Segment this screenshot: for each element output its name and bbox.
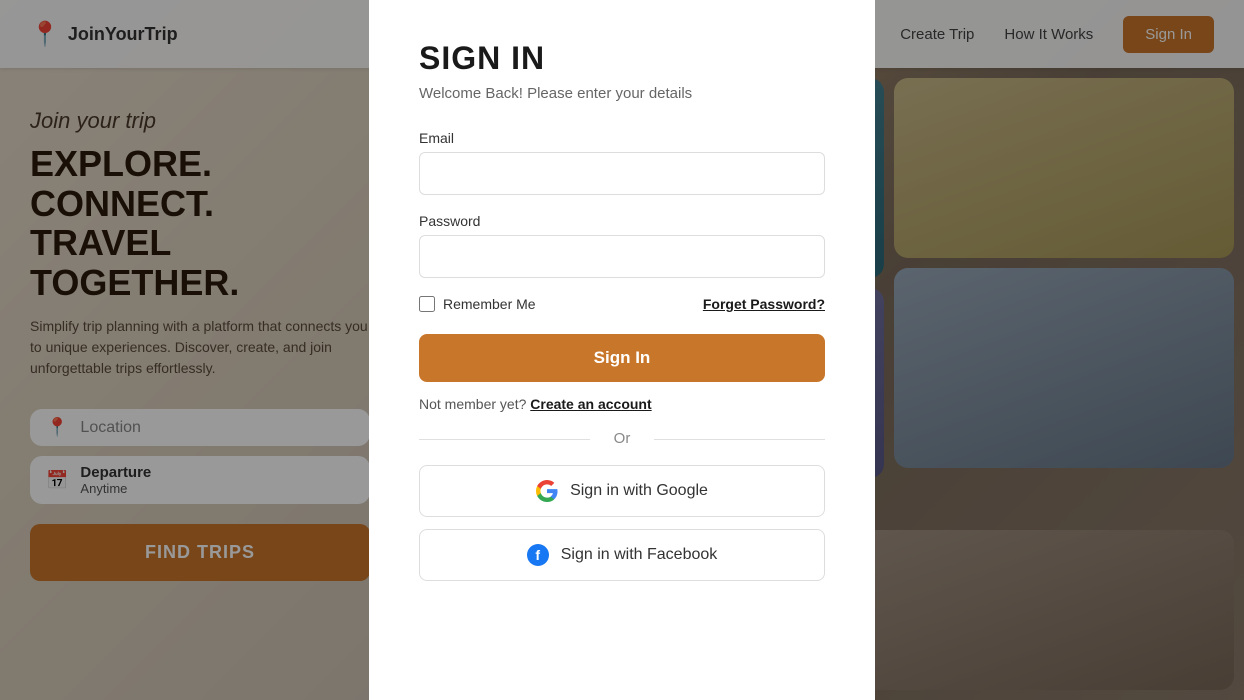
facebook-signin-button[interactable]: f Sign in with Facebook [419,529,825,581]
create-account-link[interactable]: Create an account [530,396,651,412]
forget-password-link[interactable]: Forget Password? [703,296,825,312]
remember-row: Remember Me Forget Password? [419,296,825,312]
modal-subtitle: Welcome Back! Please enter your details [419,85,825,102]
facebook-icon: f [527,544,549,566]
facebook-btn-label: Sign in with Facebook [561,546,718,564]
google-icon [536,480,558,502]
email-label: Email [419,130,825,146]
background: 📍 JoinYourTrip Create Trip How It Works … [0,0,1244,700]
signin-modal: SIGN IN Welcome Back! Please enter your … [369,0,875,700]
signin-button[interactable]: Sign In [419,334,825,382]
password-input[interactable] [419,235,825,278]
email-input[interactable] [419,152,825,195]
remember-label: Remember Me [443,296,536,312]
or-divider: Or [419,430,825,447]
password-label: Password [419,213,825,229]
google-btn-label: Sign in with Google [570,482,708,500]
remember-checkbox[interactable] [419,296,435,312]
not-member-text: Not member yet? Create an account [419,396,825,412]
modal-title: SIGN IN [419,40,825,77]
google-signin-button[interactable]: Sign in with Google [419,465,825,517]
